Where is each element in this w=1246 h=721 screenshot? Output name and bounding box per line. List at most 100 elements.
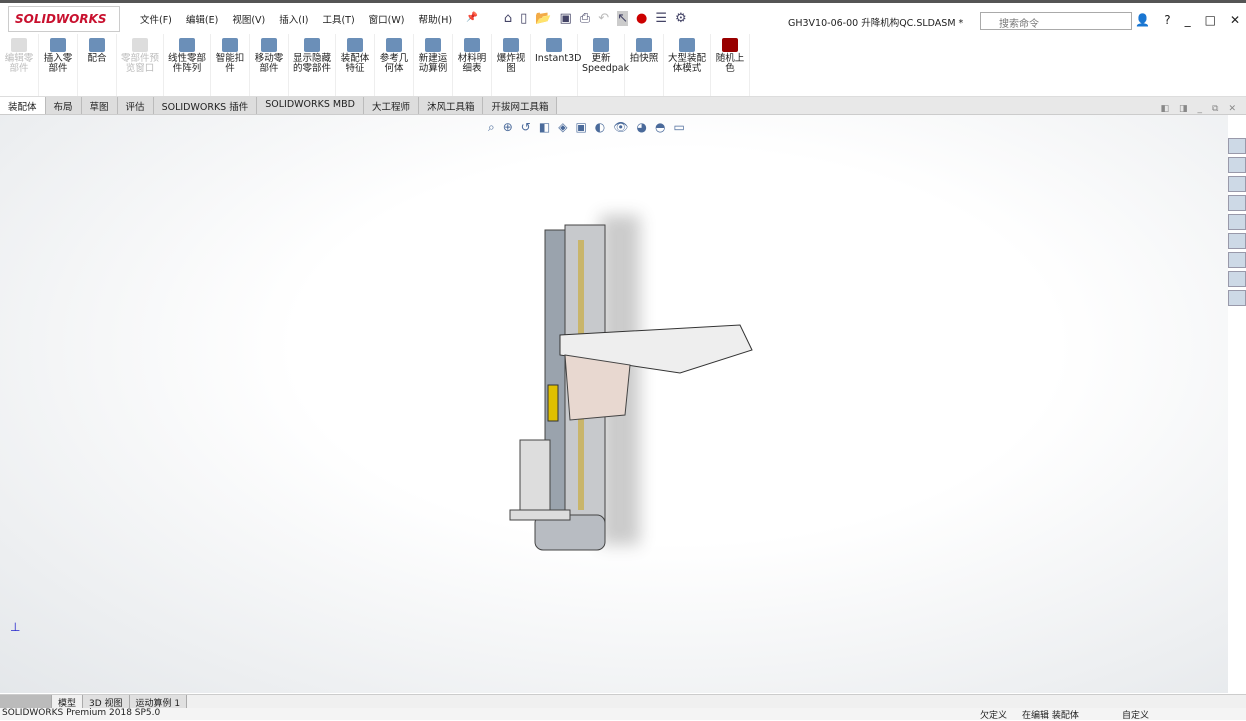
- ribbon-button[interactable]: 移动零部件: [250, 34, 289, 96]
- open-icon[interactable]: 📂: [535, 11, 551, 26]
- new-document-icon[interactable]: ▯: [520, 11, 527, 26]
- edit-appearance-icon[interactable]: ◕: [637, 120, 647, 135]
- ribbon-button[interactable]: 插入零部件: [39, 34, 78, 96]
- undo-icon[interactable]: ↶: [598, 11, 609, 26]
- ribbon-button[interactable]: 爆炸视图: [492, 34, 531, 96]
- ribbon-button[interactable]: 线性零部件阵列: [164, 34, 211, 96]
- ribbon-button[interactable]: 随机上色: [711, 34, 750, 96]
- view-palette-icon[interactable]: [1228, 195, 1246, 211]
- rebuild-icon[interactable]: ●: [636, 11, 647, 26]
- select-icon[interactable]: ↖: [617, 11, 629, 26]
- section-view-icon[interactable]: ◧: [539, 120, 550, 135]
- menu-view[interactable]: 视图(V): [232, 12, 265, 26]
- definition-status: 欠定义: [980, 711, 1008, 721]
- menu-tools[interactable]: 工具(T): [322, 12, 354, 26]
- ribbon-button-label: 参考几何体: [379, 53, 409, 74]
- viewport-close[interactable]: ✕: [1228, 104, 1236, 114]
- custom-properties-icon[interactable]: [1228, 233, 1246, 249]
- tab-7[interactable]: 沐风工具箱: [418, 97, 484, 114]
- appearances-icon[interactable]: [1228, 214, 1246, 230]
- menu-edit[interactable]: 编辑(E): [186, 12, 218, 26]
- solidworks-logo[interactable]: SOLIDWORKS: [8, 5, 120, 32]
- print-icon[interactable]: ⎙: [580, 11, 590, 26]
- save-icon[interactable]: ▣: [560, 11, 572, 26]
- view-orientation-icon[interactable]: ▣: [575, 120, 586, 135]
- pin-icon[interactable]: 📌: [466, 12, 478, 26]
- user-icon[interactable]: 👤: [1135, 13, 1150, 27]
- command-manager: 编辑零部件 插入零部件 配合 零部件预览窗口 线性零部件阵列 智能扣件 移动零部件 显示隐藏的…: [0, 34, 1246, 97]
- graphics-area[interactable]: ⊥: [0, 115, 1228, 693]
- dynamic-annotation-icon[interactable]: ◈: [558, 120, 567, 135]
- tab-5[interactable]: SOLIDWORKS MBD: [257, 97, 364, 114]
- ribbon-button-label: 线性零部件阵列: [168, 53, 207, 74]
- ribbon-button[interactable]: 拍快照: [625, 34, 664, 96]
- viewport-minimize[interactable]: _: [1198, 104, 1203, 114]
- ribbon-button[interactable]: 参考几何体: [375, 34, 414, 96]
- home-icon[interactable]: ⌂: [504, 11, 512, 26]
- tab-4[interactable]: SOLIDWORKS 插件: [153, 97, 258, 114]
- ribbon-button[interactable]: 零部件预览窗口: [117, 34, 164, 96]
- tab-model[interactable]: 模型: [52, 695, 84, 709]
- tab-1[interactable]: 布局: [45, 97, 82, 114]
- folder-icon[interactable]: [1228, 290, 1246, 306]
- ribbon-button[interactable]: 装配体特征: [336, 34, 375, 96]
- tab-2[interactable]: 草图: [81, 97, 118, 114]
- apply-scene-icon[interactable]: ◓: [655, 120, 665, 135]
- next-icon[interactable]: ◨: [1179, 104, 1188, 114]
- prev-icon[interactable]: ◧: [1160, 104, 1169, 114]
- tab-8[interactable]: 开拔网工具箱: [483, 97, 558, 114]
- zoom-to-fit-icon[interactable]: ⌕: [488, 120, 495, 135]
- maximize-button[interactable]: □: [1205, 13, 1216, 27]
- forum-icon[interactable]: [1228, 271, 1246, 287]
- menu-file[interactable]: 文件(F): [140, 12, 172, 26]
- units-selector[interactable]: 自定义: [1122, 708, 1149, 721]
- solidworks-resources-icon[interactable]: [1228, 138, 1246, 154]
- command-icon: [347, 38, 363, 52]
- tab-6[interactable]: 大工程师: [363, 97, 419, 114]
- file-explorer-icon[interactable]: [1228, 176, 1246, 192]
- previous-view-icon[interactable]: ↺: [521, 120, 531, 135]
- file-properties-icon[interactable]: ☰: [655, 11, 667, 26]
- help-icon[interactable]: ?: [1164, 13, 1170, 27]
- hide-show-items-icon[interactable]: 👁: [613, 120, 628, 135]
- scroll-area[interactable]: [0, 695, 52, 708]
- tab-3d-view[interactable]: 3D 视图: [83, 695, 130, 709]
- search-commands-input[interactable]: 搜索命令: [980, 12, 1132, 30]
- command-icon: [593, 38, 609, 52]
- menu-insert[interactable]: 插入(I): [279, 12, 308, 26]
- menu-window[interactable]: 窗口(W): [369, 12, 405, 26]
- ribbon-button[interactable]: 新建运动算例: [414, 34, 453, 96]
- menu-help[interactable]: 帮助(H): [418, 12, 452, 26]
- ribbon-button[interactable]: 大型装配体模式: [664, 34, 711, 96]
- command-icon: [179, 38, 195, 52]
- ribbon-button[interactable]: 材料明细表: [453, 34, 492, 96]
- ribbon-button[interactable]: 编辑零部件: [0, 34, 39, 96]
- ribbon-button[interactable]: Instant3D: [531, 34, 581, 96]
- ribbon-button-label: 智能扣件: [215, 53, 245, 74]
- tab-0[interactable]: 装配体: [0, 97, 46, 114]
- options-gear-icon[interactable]: ⚙: [675, 11, 687, 26]
- design-library-icon[interactable]: [1228, 157, 1246, 173]
- tab-motion-study[interactable]: 运动算例 1: [129, 695, 188, 709]
- ribbon-button[interactable]: 更新Speedpak: [578, 34, 629, 96]
- ribbon-button[interactable]: 显示隐藏的零部件: [289, 34, 336, 96]
- title-bar: SOLIDWORKS 文件(F) 编辑(E) 视图(V) 插入(I) 工具(T)…: [0, 0, 1246, 34]
- view-settings-icon[interactable]: ▭: [673, 120, 684, 135]
- viewport-restore[interactable]: ⧉: [1212, 104, 1218, 114]
- ribbon-button-label: 零部件预览窗口: [121, 53, 160, 74]
- command-manager-tabs: 装配体 布局 草图 评估 SOLIDWORKS 插件 SOLIDWORKS MBD 大工程师…: [0, 97, 1246, 115]
- command-icon: [261, 38, 277, 52]
- command-icon: [636, 38, 652, 52]
- close-button[interactable]: ✕: [1230, 13, 1240, 27]
- command-icon: [546, 38, 562, 52]
- command-icon: [722, 38, 738, 52]
- toolbox-icon[interactable]: [1228, 252, 1246, 268]
- heads-up-view-toolbar: ⌕ ⊕ ↺ ◧ ◈ ▣ ◐ 👁 ◕ ◓ ▭: [488, 120, 685, 135]
- ribbon-button-label: 随机上色: [715, 53, 745, 74]
- ribbon-button[interactable]: 智能扣件: [211, 34, 250, 96]
- tab-3[interactable]: 评估: [117, 97, 154, 114]
- zoom-area-icon[interactable]: ⊕: [503, 120, 513, 135]
- display-style-icon[interactable]: ◐: [595, 120, 605, 135]
- ribbon-button[interactable]: 配合: [78, 34, 117, 96]
- minimize-button[interactable]: _: [1185, 13, 1191, 27]
